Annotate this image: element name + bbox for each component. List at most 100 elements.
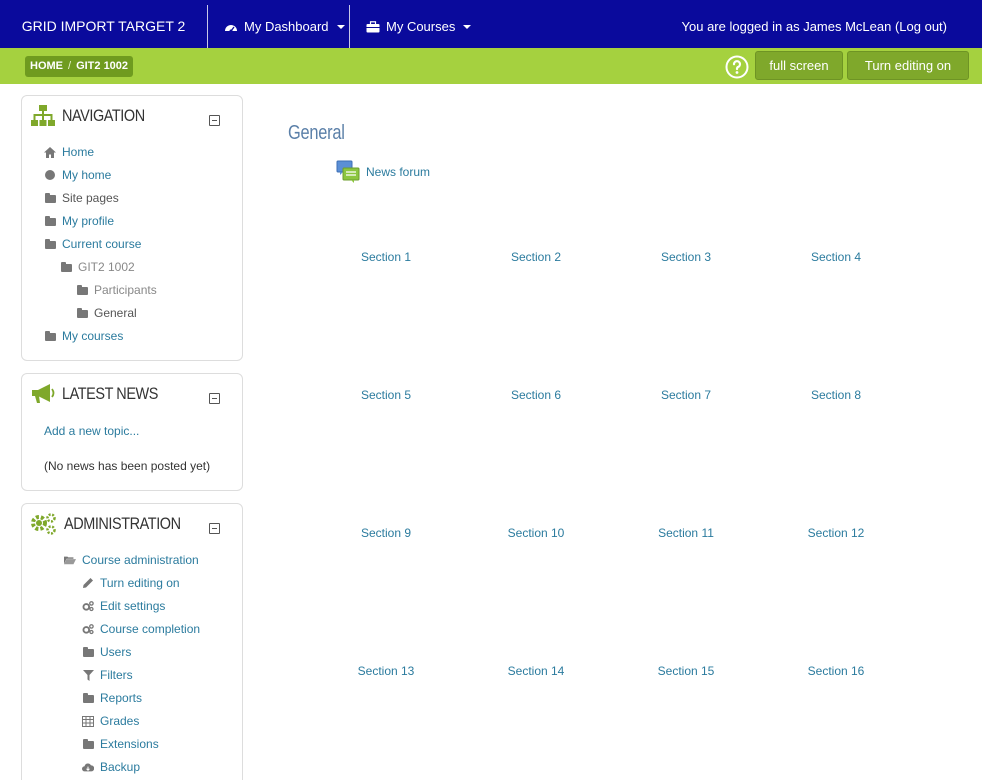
navigation-block-header: NAVIGATION [30,104,159,128]
my-dashboard-menu[interactable]: My Dashboard [208,5,350,48]
help-icon[interactable] [725,55,749,79]
admin-item-grades[interactable]: Grades [82,712,139,730]
nav-item-participants[interactable]: Participants [76,281,157,299]
admin-item-course-administration[interactable]: Course administration [64,551,199,569]
folder-icon [82,646,94,658]
admin-item-backup[interactable]: Backup [82,758,140,776]
briefcase-icon [366,20,380,33]
admin-label: Edit settings [100,599,166,613]
admin-item-users[interactable]: Users [82,643,131,661]
section-link-13[interactable]: Section 13 [326,664,446,678]
my-dashboard-label: My Dashboard [244,19,329,34]
table-icon [82,715,94,727]
admin-label: Backup [100,760,141,774]
admin-label: Turn editing on [100,576,180,590]
breadcrumb-separator: / [68,60,72,72]
administration-block-header: ADMINISTRATION [30,512,201,536]
nav-label: My profile [62,214,115,228]
section-link-1[interactable]: Section 1 [326,250,446,264]
section-link-16[interactable]: Section 16 [776,664,896,678]
add-new-topic-link[interactable]: Add a new topic... [44,422,139,440]
forum-icon [336,160,360,183]
section-link-15[interactable]: Section 15 [626,664,746,678]
cloud-download-icon [82,761,94,773]
admin-item-edit-settings[interactable]: Edit settings [82,597,165,615]
section-link-8[interactable]: Section 8 [776,388,896,402]
nav-item-site-pages[interactable]: Site pages [44,189,119,207]
folder-icon [60,261,72,273]
collapse-icon[interactable] [209,393,220,404]
admin-item-course-completion[interactable]: Course completion [82,620,200,638]
section-link-10[interactable]: Section 10 [476,526,596,540]
section-link-5[interactable]: Section 5 [326,388,446,402]
folder-open-icon [64,554,76,566]
megaphone-icon [32,384,55,403]
home-icon [44,146,56,158]
collapse-icon[interactable] [209,523,220,534]
section-link-9[interactable]: Section 9 [326,526,446,540]
folder-icon [44,330,56,342]
nav-label: Site pages [62,191,119,205]
section-link-4[interactable]: Section 4 [776,250,896,264]
caret-down-icon [463,24,472,29]
nav-label: Participants [94,283,157,297]
section-link-6[interactable]: Section 6 [476,388,596,402]
nav-label: GIT2 1002 [78,260,135,274]
section-title-general: General [288,122,345,144]
admin-item-reports[interactable]: Reports [82,689,142,707]
no-news-text: (No news has been posted yet) [44,459,211,473]
admin-label: Reports [100,691,143,705]
nav-item-home[interactable]: Home [44,143,94,161]
nav-item-my-home[interactable]: My home [44,166,111,184]
folder-icon [82,738,94,750]
turn-editing-on-button[interactable]: Turn editing on [847,51,969,80]
nav-label: General [94,306,137,320]
administration-title: ADMINISTRATION [64,514,181,533]
dashboard-icon [224,21,238,33]
admin-item-extensions[interactable]: Extensions [82,735,159,753]
admin-label: Course administration [82,553,199,567]
circle-icon [44,169,56,181]
folder-icon [76,284,88,296]
section-link-14[interactable]: Section 14 [476,664,596,678]
login-info[interactable]: You are logged in as James McLean (Log o… [682,5,947,48]
my-courses-menu[interactable]: My Courses [351,5,472,48]
full-screen-button[interactable]: full screen [755,51,843,80]
site-brand[interactable]: GRID IMPORT TARGET 2 [0,5,208,48]
news-forum-link[interactable]: News forum [336,160,430,184]
admin-label: Filters [100,668,133,682]
nav-item-my-courses[interactable]: My courses [44,327,123,345]
nav-item-general[interactable]: General [76,304,137,322]
navigation-title: NAVIGATION [62,106,145,125]
admin-label: Extensions [100,737,159,751]
sitemap-icon [31,105,55,126]
folder-icon [44,192,56,204]
gears-icon [31,513,56,535]
section-link-11[interactable]: Section 11 [626,526,746,540]
section-link-7[interactable]: Section 7 [626,388,746,402]
my-courses-label: My Courses [386,19,456,34]
breadcrumb-home[interactable]: HOME [30,60,63,72]
gears-icon [82,600,94,612]
nav-item-my-profile[interactable]: My profile [44,212,114,230]
section-link-12[interactable]: Section 12 [776,526,896,540]
collapse-icon[interactable] [209,115,220,126]
breadcrumb: HOME / GIT2 1002 [25,56,134,77]
nav-item-course-git2-1002[interactable]: GIT2 1002 [60,258,135,276]
pencil-icon [82,577,94,589]
nav-label: My courses [62,329,124,343]
nav-label: My home [62,168,112,182]
admin-item-filters[interactable]: Filters [82,666,133,684]
nav-item-current-course[interactable]: Current course [44,235,141,253]
section-link-2[interactable]: Section 2 [476,250,596,264]
admin-item-turn-editing-on[interactable]: Turn editing on [82,574,180,592]
latest-news-title: LATEST NEWS [62,384,158,403]
folder-icon [44,238,56,250]
breadcrumb-course[interactable]: GIT2 1002 [76,60,128,72]
section-link-3[interactable]: Section 3 [626,250,746,264]
latest-news-block-header: LATEST NEWS [30,382,175,406]
admin-label: Users [100,645,132,659]
folder-icon [44,215,56,227]
top-navbar: GRID IMPORT TARGET 2 My Dashboard My Cou… [0,0,982,48]
news-forum-label: News forum [366,165,431,179]
